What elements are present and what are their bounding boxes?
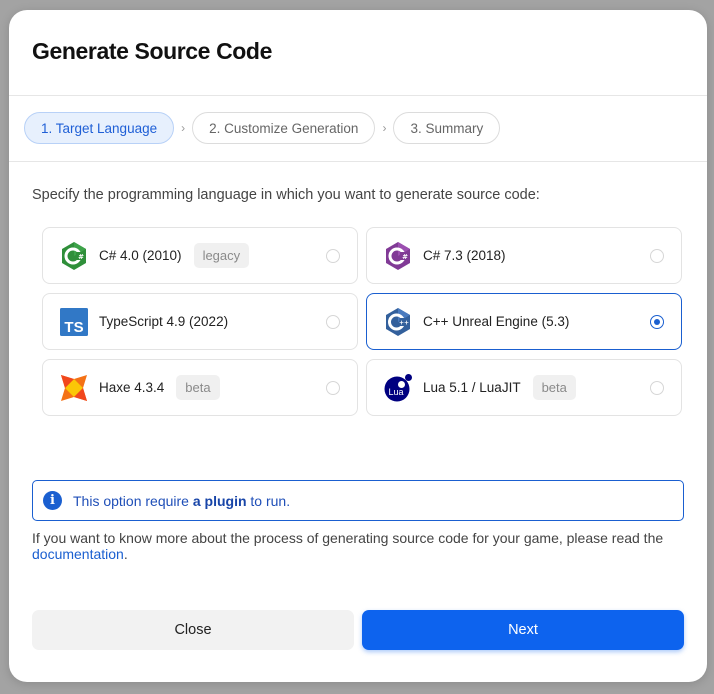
help-text: If you want to know more about the proce… <box>32 530 664 562</box>
typescript-icon: TS <box>59 307 89 337</box>
csharp-purple-icon: # <box>383 241 413 271</box>
option-csharp-4[interactable]: # C# 4.0 (2010) legacy <box>42 227 358 284</box>
svg-text:++: ++ <box>399 319 409 326</box>
typescript-icon-text: TS <box>64 319 83 336</box>
option-csharp-7[interactable]: # C# 7.3 (2018) <box>366 227 682 284</box>
option-radio[interactable] <box>650 381 664 395</box>
option-label: Lua 5.1 / LuaJIT <box>423 380 521 395</box>
option-radio[interactable] <box>326 249 340 263</box>
option-radio[interactable] <box>650 249 664 263</box>
lua-icon: Lua <box>383 373 413 403</box>
option-haxe[interactable]: Haxe 4.3.4 beta <box>42 359 358 416</box>
next-button[interactable]: Next <box>362 610 684 650</box>
beta-badge: beta <box>176 375 220 400</box>
documentation-link[interactable]: documentation <box>32 546 124 562</box>
option-typescript[interactable]: TS TypeScript 4.9 (2022) <box>42 293 358 350</box>
cplusplus-icon: ++ <box>383 307 413 337</box>
step-label: 2. Customize Generation <box>209 120 359 136</box>
step-label: 3. Summary <box>410 120 484 136</box>
stepper: 1. Target Language › 2. Customize Genera… <box>24 112 501 144</box>
step-customize-generation[interactable]: 2. Customize Generation <box>192 112 376 144</box>
instruction-text: Specify the programming language in whic… <box>32 187 540 203</box>
csharp-green-icon: # <box>59 241 89 271</box>
stepper-divider <box>9 161 707 162</box>
option-label: C# 4.0 (2010) <box>99 248 182 263</box>
lua-icon-text: Lua <box>388 387 403 397</box>
svg-text:#: # <box>78 253 84 261</box>
svg-text:#: # <box>402 253 408 261</box>
option-radio[interactable] <box>650 315 664 329</box>
chevron-right-icon: › <box>382 121 387 135</box>
info-icon: i <box>43 491 62 510</box>
option-radio[interactable] <box>326 381 340 395</box>
step-summary[interactable]: 3. Summary <box>393 112 501 144</box>
close-button[interactable]: Close <box>32 610 354 650</box>
generate-source-code-dialog: Generate Source Code 1. Target Language … <box>9 10 707 682</box>
step-label: 1. Target Language <box>41 120 158 136</box>
info-text: This option require a plugin to run. <box>73 492 291 509</box>
plugin-link[interactable]: a plugin <box>193 493 247 509</box>
option-lua[interactable]: Lua Lua 5.1 / LuaJIT beta <box>366 359 682 416</box>
plugin-info-alert: i This option require a plugin to run. <box>32 480 684 521</box>
legacy-badge: legacy <box>193 243 250 268</box>
beta-badge: beta <box>532 375 576 400</box>
chevron-right-icon: › <box>181 121 186 135</box>
haxe-icon <box>59 373 89 403</box>
option-label: Haxe 4.3.4 <box>99 380 165 395</box>
dialog-title: Generate Source Code <box>32 38 272 64</box>
option-label: C# 7.3 (2018) <box>423 248 506 263</box>
header-divider <box>9 95 707 96</box>
option-cplusplus-unreal[interactable]: ++ C++ Unreal Engine (5.3) <box>366 293 682 350</box>
option-label: C++ Unreal Engine (5.3) <box>423 314 570 329</box>
option-label: TypeScript 4.9 (2022) <box>99 314 229 329</box>
option-radio[interactable] <box>326 315 340 329</box>
step-target-language[interactable]: 1. Target Language <box>24 112 175 144</box>
